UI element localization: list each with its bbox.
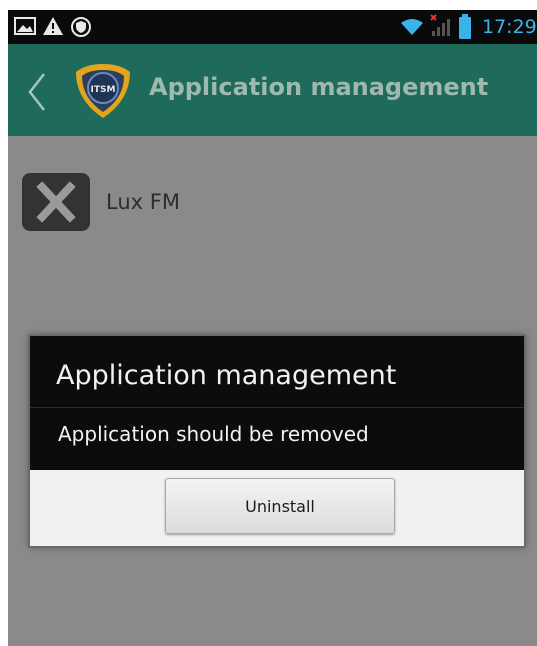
warning-icon [42,16,64,40]
wifi-icon [400,18,424,40]
close-x-icon [22,173,90,231]
action-bar: ITSM Application management [8,44,537,136]
picture-icon [14,16,36,40]
itsm-logo-icon: ITSM [70,58,136,128]
svg-text:ITSM: ITSM [91,85,116,95]
status-time: 17:29 [482,16,537,38]
back-chevron-icon[interactable] [26,72,48,116]
screen: 17:29 ITSM Application management Lux FM [8,10,537,646]
shield-icon [70,16,92,42]
status-bar: 17:29 [8,10,537,44]
uninstall-dialog: Application management Application shoul… [30,336,524,546]
dialog-header: Application management Application shoul… [30,336,524,470]
dialog-divider [30,407,524,408]
signal-icon [430,14,452,42]
dialog-title: Application management [56,360,397,391]
app-list-item[interactable]: Lux FM [22,173,422,233]
uninstall-button[interactable]: Uninstall [165,478,395,534]
app-name: Lux FM [106,190,180,214]
battery-icon [458,14,472,44]
dialog-message: Application should be removed [58,422,369,446]
dialog-footer: Uninstall [30,470,524,546]
action-bar-title: Application management [149,73,489,101]
